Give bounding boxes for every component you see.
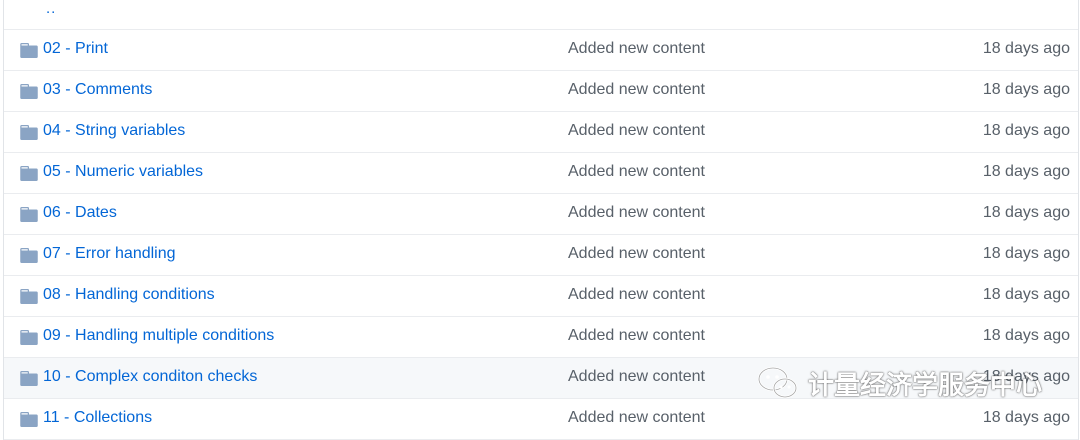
commit-message[interactable]: Added new content bbox=[568, 122, 705, 140]
folder-link[interactable]: 04 - String variables bbox=[43, 122, 185, 140]
folder-link[interactable]: 11 - Collections bbox=[43, 409, 152, 427]
parent-directory-row[interactable]: .. bbox=[4, 0, 1078, 30]
folder-icon bbox=[20, 166, 38, 181]
commit-age: 18 days ago bbox=[982, 409, 1070, 426]
commit-message[interactable]: Added new content bbox=[568, 81, 705, 99]
folder-icon bbox=[20, 330, 38, 345]
commit-age: 18 days ago bbox=[982, 327, 1070, 344]
table-row[interactable]: 11 - Collections Added new content 18 da… bbox=[4, 399, 1078, 440]
folder-icon bbox=[20, 412, 38, 427]
table-row[interactable]: 08 - Handling conditions Added new conte… bbox=[4, 276, 1078, 317]
commit-age: 18 days ago bbox=[982, 163, 1070, 180]
commit-message[interactable]: Added new content bbox=[568, 163, 705, 181]
watermark-text: 计量经济学服务中心 bbox=[808, 370, 1043, 401]
wechat-icon bbox=[757, 366, 798, 399]
folder-icon bbox=[20, 43, 38, 58]
folder-link[interactable]: 09 - Handling multiple conditions bbox=[43, 327, 274, 345]
table-row[interactable]: 06 - Dates Added new content 18 days ago bbox=[4, 194, 1078, 235]
folder-icon bbox=[20, 371, 38, 386]
table-row[interactable]: 07 - Error handling Added new content 18… bbox=[4, 235, 1078, 276]
folder-icon bbox=[20, 125, 38, 140]
commit-age: 18 days ago bbox=[982, 122, 1070, 139]
commit-message[interactable]: Added new content bbox=[568, 204, 705, 222]
table-row[interactable]: 09 - Handling multiple conditions Added … bbox=[4, 317, 1078, 358]
folder-link[interactable]: 05 - Numeric variables bbox=[43, 163, 203, 181]
folder-link[interactable]: 10 - Complex conditon checks bbox=[43, 368, 257, 386]
watermark: 计量经济学服务中心 bbox=[756, 364, 1042, 402]
commit-age: 18 days ago bbox=[982, 245, 1070, 262]
commit-message[interactable]: Added new content bbox=[568, 368, 705, 386]
commit-message[interactable]: Added new content bbox=[568, 40, 705, 58]
table-row[interactable]: 02 - Print Added new content 18 days ago bbox=[4, 30, 1078, 71]
commit-message[interactable]: Added new content bbox=[568, 286, 705, 304]
folder-icon bbox=[20, 248, 38, 263]
commit-age: 18 days ago bbox=[982, 286, 1070, 303]
folder-link[interactable]: 07 - Error handling bbox=[43, 245, 176, 263]
folder-icon bbox=[20, 84, 38, 99]
folder-icon bbox=[20, 289, 38, 304]
folder-icon bbox=[20, 207, 38, 222]
folder-link[interactable]: 08 - Handling conditions bbox=[43, 286, 215, 304]
table-row[interactable]: 05 - Numeric variables Added new content… bbox=[4, 153, 1078, 194]
commit-age: 18 days ago bbox=[982, 204, 1070, 221]
commit-message[interactable]: Added new content bbox=[568, 245, 705, 263]
commit-age: 18 days ago bbox=[982, 40, 1070, 57]
folder-link[interactable]: 03 - Comments bbox=[43, 81, 152, 99]
parent-directory-link[interactable]: .. bbox=[46, 0, 56, 17]
table-row[interactable]: 03 - Comments Added new content 18 days … bbox=[4, 71, 1078, 112]
commit-message[interactable]: Added new content bbox=[568, 409, 705, 427]
folder-link[interactable]: 02 - Print bbox=[43, 40, 108, 58]
table-row[interactable]: 04 - String variables Added new content … bbox=[4, 112, 1078, 153]
commit-message[interactable]: Added new content bbox=[568, 327, 705, 345]
folder-link[interactable]: 06 - Dates bbox=[43, 204, 117, 222]
commit-age: 18 days ago bbox=[982, 81, 1070, 98]
